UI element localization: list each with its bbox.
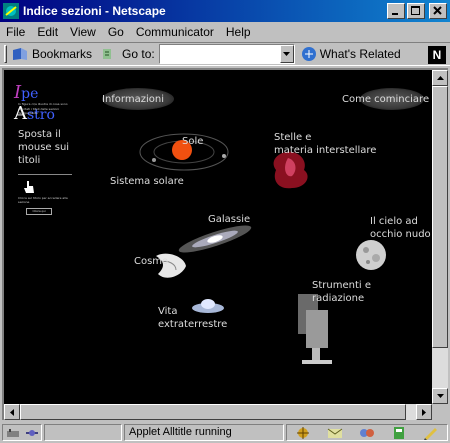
menu-go[interactable]: Go [108, 25, 124, 39]
menu-communicator[interactable]: Communicator [136, 25, 214, 39]
bookmarks-icon [13, 48, 27, 60]
link-cosmo[interactable]: Cosmo [134, 256, 168, 268]
scroll-left-button[interactable] [4, 404, 20, 420]
netscape-icon [3, 3, 19, 19]
menu-bar: File Edit View Go Communicator Help [0, 22, 450, 42]
netscape-logo[interactable]: N [428, 46, 446, 64]
scroll-corner [432, 404, 448, 420]
page-viewport: Ipe Astro In figura ci/a illustra di cos… [2, 68, 448, 420]
pointing-hand-icon [24, 181, 34, 193]
whats-related-label: What's Related [319, 47, 401, 61]
link-galassie[interactable]: Galassie [208, 214, 250, 226]
window-title: Indice sezioni - Netscape [23, 4, 166, 18]
newsgroups-icon[interactable] [359, 426, 375, 440]
whats-related-button[interactable]: What's Related [301, 46, 401, 62]
scroll-up-button[interactable] [432, 70, 448, 86]
close-icon [433, 6, 442, 15]
status-text: Applet Alltitle running [124, 424, 284, 441]
title-bar: Indice sezioni - Netscape [0, 0, 450, 22]
link-vita-line2[interactable]: extraterrestre [158, 319, 227, 331]
link-sistema-solare[interactable]: Sistema solare [110, 176, 184, 188]
location-dropdown-button[interactable] [279, 45, 294, 63]
connection-icon[interactable] [25, 427, 39, 439]
security-area [2, 424, 42, 441]
component-bar [286, 424, 448, 441]
moon-image[interactable] [354, 238, 388, 272]
intro-text: In figura ci/a illustra di cosa sono rip… [18, 102, 68, 115]
chevron-down-icon [283, 52, 291, 56]
vertical-scrollbar[interactable] [432, 70, 448, 404]
left-frame: Ipe Astro In figura ci/a illustra di cos… [4, 70, 76, 404]
instruction-text: Clicca sul titolo per accedere alla sezi… [18, 196, 68, 204]
whats-related-icon [301, 47, 316, 61]
arrow-left-icon [10, 408, 14, 416]
navigator-icon[interactable] [295, 426, 311, 440]
minimize-icon [392, 13, 398, 15]
horizontal-scrollbar[interactable] [4, 404, 432, 420]
link-come-cominciare[interactable]: Come cominciare [342, 94, 429, 106]
ufo-image[interactable] [190, 296, 226, 316]
location-toolbar: Bookmarks Go to: What's Related N [0, 42, 450, 66]
horizontal-scroll-thumb[interactable] [20, 404, 406, 420]
arrow-down-icon [436, 394, 444, 398]
link-cielo-line1[interactable]: Il cielo ad [370, 216, 418, 228]
link-stelle-line1[interactable]: Stelle e [274, 132, 311, 144]
location-icon[interactable] [100, 47, 114, 61]
link-cielo-line2[interactable]: occhio nudo [370, 229, 431, 241]
mail-icon[interactable] [327, 426, 343, 440]
page-content: Ipe Astro In figura ci/a illustra di cos… [4, 70, 432, 404]
location-field [158, 44, 295, 64]
menu-edit[interactable]: Edit [37, 25, 58, 39]
link-strumenti-line2[interactable]: radiazione [312, 293, 364, 305]
bookmarks-button[interactable]: Bookmarks [11, 47, 92, 61]
arrow-up-icon [436, 76, 444, 80]
address-book-icon[interactable] [391, 426, 407, 440]
status-bar: Applet Alltitle running [0, 422, 450, 443]
menu-view[interactable]: View [70, 25, 96, 39]
toolbar-grip[interactable] [4, 45, 7, 63]
small-button[interactable]: Clicca qui [26, 208, 52, 215]
link-vita-line1[interactable]: Vita [158, 306, 177, 318]
menu-file[interactable]: File [6, 25, 25, 39]
hint-text: Sposta il mouse sui titoli [18, 129, 70, 166]
vertical-scroll-thumb[interactable] [432, 86, 448, 348]
divider [18, 174, 72, 175]
close-button[interactable] [429, 3, 447, 19]
maximize-icon [411, 6, 420, 15]
arrow-right-icon [422, 408, 426, 416]
solar-system-image[interactable] [136, 124, 236, 184]
progress-area [44, 424, 122, 441]
link-informazioni[interactable]: Informazioni [102, 94, 164, 106]
bookmarks-label: Bookmarks [32, 47, 93, 61]
link-stelle-line2[interactable]: materia interstellare [274, 145, 376, 157]
menu-help[interactable]: Help [226, 25, 251, 39]
scroll-down-button[interactable] [432, 388, 448, 404]
scroll-right-button[interactable] [416, 404, 432, 420]
composer-icon[interactable] [423, 426, 439, 440]
logo-part-2: pe [21, 86, 39, 102]
link-sole[interactable]: Sole [182, 136, 203, 148]
location-input[interactable] [159, 45, 280, 63]
maximize-button[interactable] [407, 3, 425, 19]
goto-label: Go to: [122, 47, 155, 61]
minimize-button[interactable] [387, 3, 405, 19]
security-icon[interactable] [6, 427, 20, 439]
link-strumenti-line1[interactable]: Strumenti e [312, 280, 371, 292]
